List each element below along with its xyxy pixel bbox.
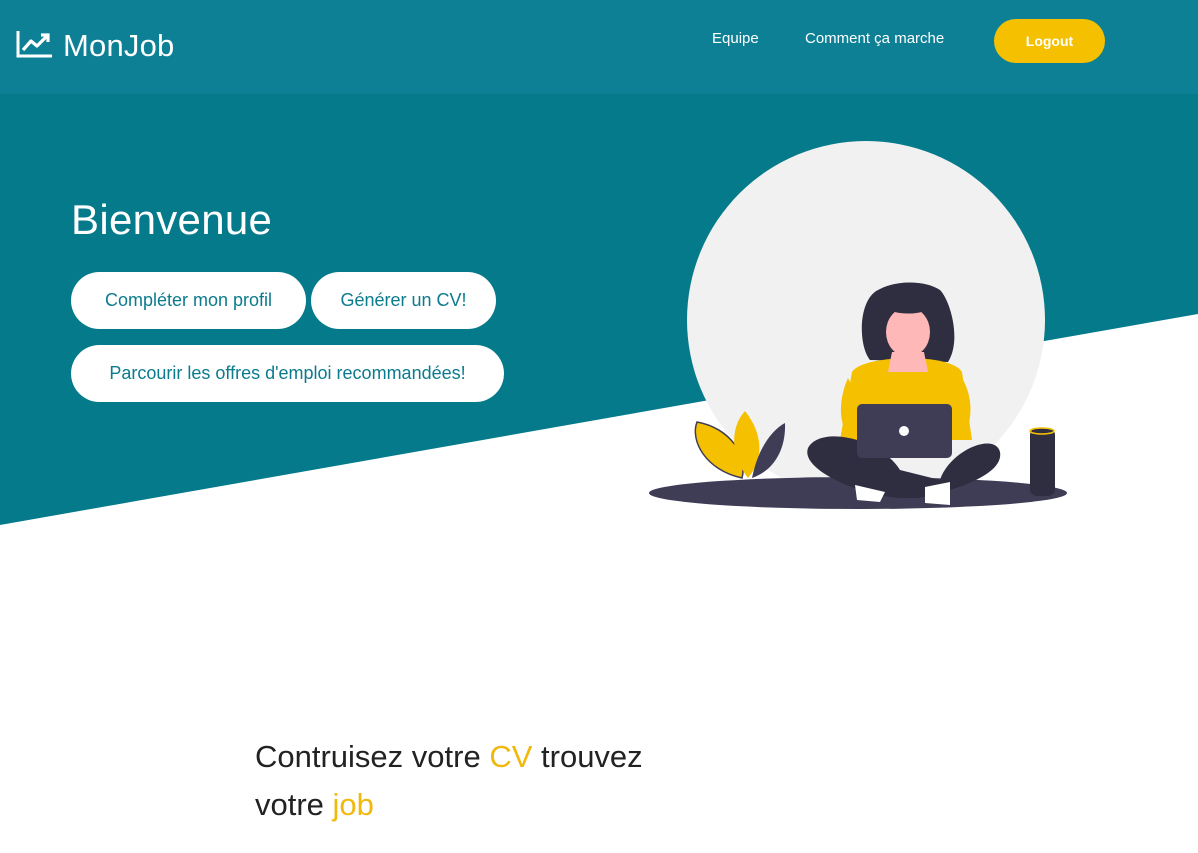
hero-illustration	[649, 141, 1067, 509]
logout-button[interactable]: Logout	[994, 19, 1105, 63]
brand-name: MonJob	[63, 28, 175, 63]
nav-link-equipe[interactable]: Equipe	[712, 30, 759, 47]
tagline-highlight-cv: CV	[489, 739, 533, 774]
complete-profile-button[interactable]: Compléter mon profil	[71, 272, 306, 329]
browse-offers-button[interactable]: Parcourir les offres d'emploi recommandé…	[71, 345, 504, 402]
tagline-highlight-job: job	[332, 787, 374, 822]
hero-title: Bienvenue	[71, 196, 273, 243]
tagline-text-1: Contruisez votre	[255, 739, 490, 774]
navbar: MonJob Equipe Comment ça marche Logout	[0, 0, 1198, 94]
trending-up-icon	[16, 29, 54, 64]
brand-link[interactable]: MonJob	[16, 26, 175, 66]
nav-link-how-it-works[interactable]: Comment ça marche	[805, 30, 944, 47]
generate-cv-button[interactable]: Générer un CV!	[311, 272, 496, 329]
tagline: Contruisez votre CV trouvez votre job	[255, 733, 715, 829]
